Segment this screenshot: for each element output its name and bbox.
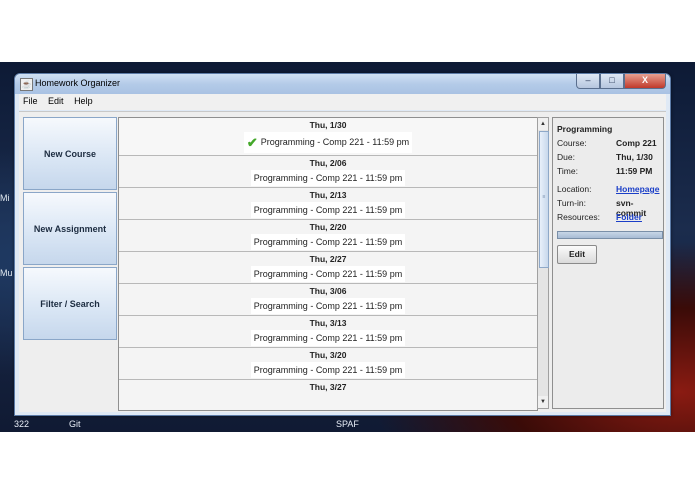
minimize-button[interactable]: ‒ [576, 74, 600, 89]
list-item[interactable]: Thu, 3/27 [119, 380, 537, 410]
turnin-label: Turn-in: [557, 198, 586, 208]
scroll-thumb[interactable]: ≡ [539, 131, 549, 268]
assignment-description: Programming - Comp 221 - 11:59 pm [250, 362, 406, 378]
grip-icon: ≡ [542, 194, 546, 200]
title-bar[interactable]: ☕ Homework Organizer ‒ □ X [15, 74, 670, 94]
window-title: Homework Organizer [35, 78, 121, 88]
list-item[interactable]: Thu, 2/13 Programming - Comp 221 - 11:59… [119, 188, 537, 220]
taskbar-item[interactable]: Git [69, 419, 81, 429]
due-value: Thu, 1/30 [616, 152, 653, 162]
assignment-date: Thu, 3/13 [309, 318, 347, 328]
app-window: ☕ Homework Organizer ‒ □ X File Edit Hel… [14, 73, 671, 416]
scroll-down-arrow-icon[interactable]: ▼ [538, 396, 548, 408]
due-label: Due: [557, 152, 575, 162]
assignment-date: Thu, 2/13 [309, 190, 347, 200]
detail-time-row: Time: 11:59 PM [557, 166, 663, 180]
assignment-description: ✔ Programming - Comp 221 - 11:59 pm [243, 132, 413, 153]
assignment-date: Thu, 3/20 [309, 350, 347, 360]
list-item[interactable]: Thu, 3/13 Programming - Comp 221 - 11:59… [119, 316, 537, 348]
homepage-link[interactable]: Homepage [616, 184, 659, 194]
assignment-description: Programming - Comp 221 - 11:59 pm [250, 170, 406, 186]
filter-search-button[interactable]: Filter / Search [23, 267, 117, 340]
assignment-description: Programming - Comp 221 - 11:59 pm [250, 234, 406, 250]
detail-turnin-row: Turn-in: svn-commit [557, 198, 663, 218]
details-panel: Programming Course: Comp 221 Due: Thu, 1… [552, 117, 664, 409]
assignment-date: Thu, 2/20 [309, 222, 347, 232]
time-label: Time: [557, 166, 578, 176]
scroll-up-arrow-icon[interactable]: ▲ [538, 118, 548, 130]
assignment-description: Programming - Comp 221 - 11:59 pm [250, 330, 406, 346]
course-value: Comp 221 [616, 138, 657, 148]
detail-due-row: Due: Thu, 1/30 [557, 152, 663, 166]
assignment-list: Thu, 1/30 ✔ Programming - Comp 221 - 11:5… [118, 117, 538, 411]
maximize-button[interactable]: □ [600, 74, 624, 89]
main-content: New Course New Assignment Filter / Searc… [19, 111, 666, 412]
list-item[interactable]: Thu, 3/20 Programming - Comp 221 - 11:59… [119, 348, 537, 380]
progress-bar [557, 231, 663, 239]
assignment-text: Programming - Comp 221 - 11:59 pm [260, 137, 410, 147]
edit-button[interactable]: Edit [557, 245, 597, 264]
list-item[interactable]: Thu, 2/27 Programming - Comp 221 - 11:59… [119, 252, 537, 284]
new-course-button[interactable]: New Course [23, 117, 117, 190]
assignment-date: Thu, 2/06 [309, 158, 347, 168]
action-panel: New Course New Assignment Filter / Searc… [23, 117, 117, 342]
resources-label: Resources: [557, 212, 600, 222]
detail-location-row: Location: Homepage [557, 184, 663, 198]
checkmark-icon: ✔ [246, 135, 258, 150]
menu-edit[interactable]: Edit [44, 94, 68, 106]
menu-file[interactable]: File [19, 94, 42, 106]
course-label: Course: [557, 138, 587, 148]
menu-bar: File Edit Help [19, 94, 666, 110]
list-item[interactable]: Thu, 1/30 ✔ Programming - Comp 221 - 11:5… [119, 118, 537, 156]
assignment-date: Thu, 2/27 [309, 254, 347, 264]
assignment-description: Programming - Comp 221 - 11:59 pm [250, 266, 406, 282]
assignment-date: Thu, 3/06 [309, 286, 347, 296]
java-app-icon: ☕ [20, 78, 33, 91]
location-label: Location: [557, 184, 592, 194]
assignment-date: Thu, 3/27 [309, 382, 347, 392]
time-value: 11:59 PM [616, 166, 653, 176]
assignment-description: Programming - Comp 221 - 11:59 pm [250, 298, 406, 314]
detail-resources-row: Resources: Folder [557, 212, 663, 226]
list-scrollbar[interactable]: ▲ ≡ ▼ [537, 117, 549, 409]
desktop-icon-label[interactable]: Mi [0, 193, 10, 203]
new-assignment-button[interactable]: New Assignment [23, 192, 117, 265]
assignment-description: Programming - Comp 221 - 11:59 pm [250, 202, 406, 218]
folder-link[interactable]: Folder [616, 212, 642, 222]
desktop-icon-label[interactable]: Mu [0, 268, 13, 278]
list-item[interactable]: Thu, 2/06 Programming - Comp 221 - 11:59… [119, 156, 537, 188]
taskbar-item[interactable]: 322 [14, 419, 29, 429]
details-title: Programming [557, 124, 613, 134]
menu-help[interactable]: Help [70, 94, 97, 106]
detail-course-row: Course: Comp 221 [557, 138, 663, 152]
close-button[interactable]: X [624, 74, 666, 89]
list-item[interactable]: Thu, 3/06 Programming - Comp 221 - 11:59… [119, 284, 537, 316]
assignment-date: Thu, 1/30 [309, 120, 347, 130]
taskbar-item[interactable]: SPAF [336, 419, 359, 429]
list-item[interactable]: Thu, 2/20 Programming - Comp 221 - 11:59… [119, 220, 537, 252]
